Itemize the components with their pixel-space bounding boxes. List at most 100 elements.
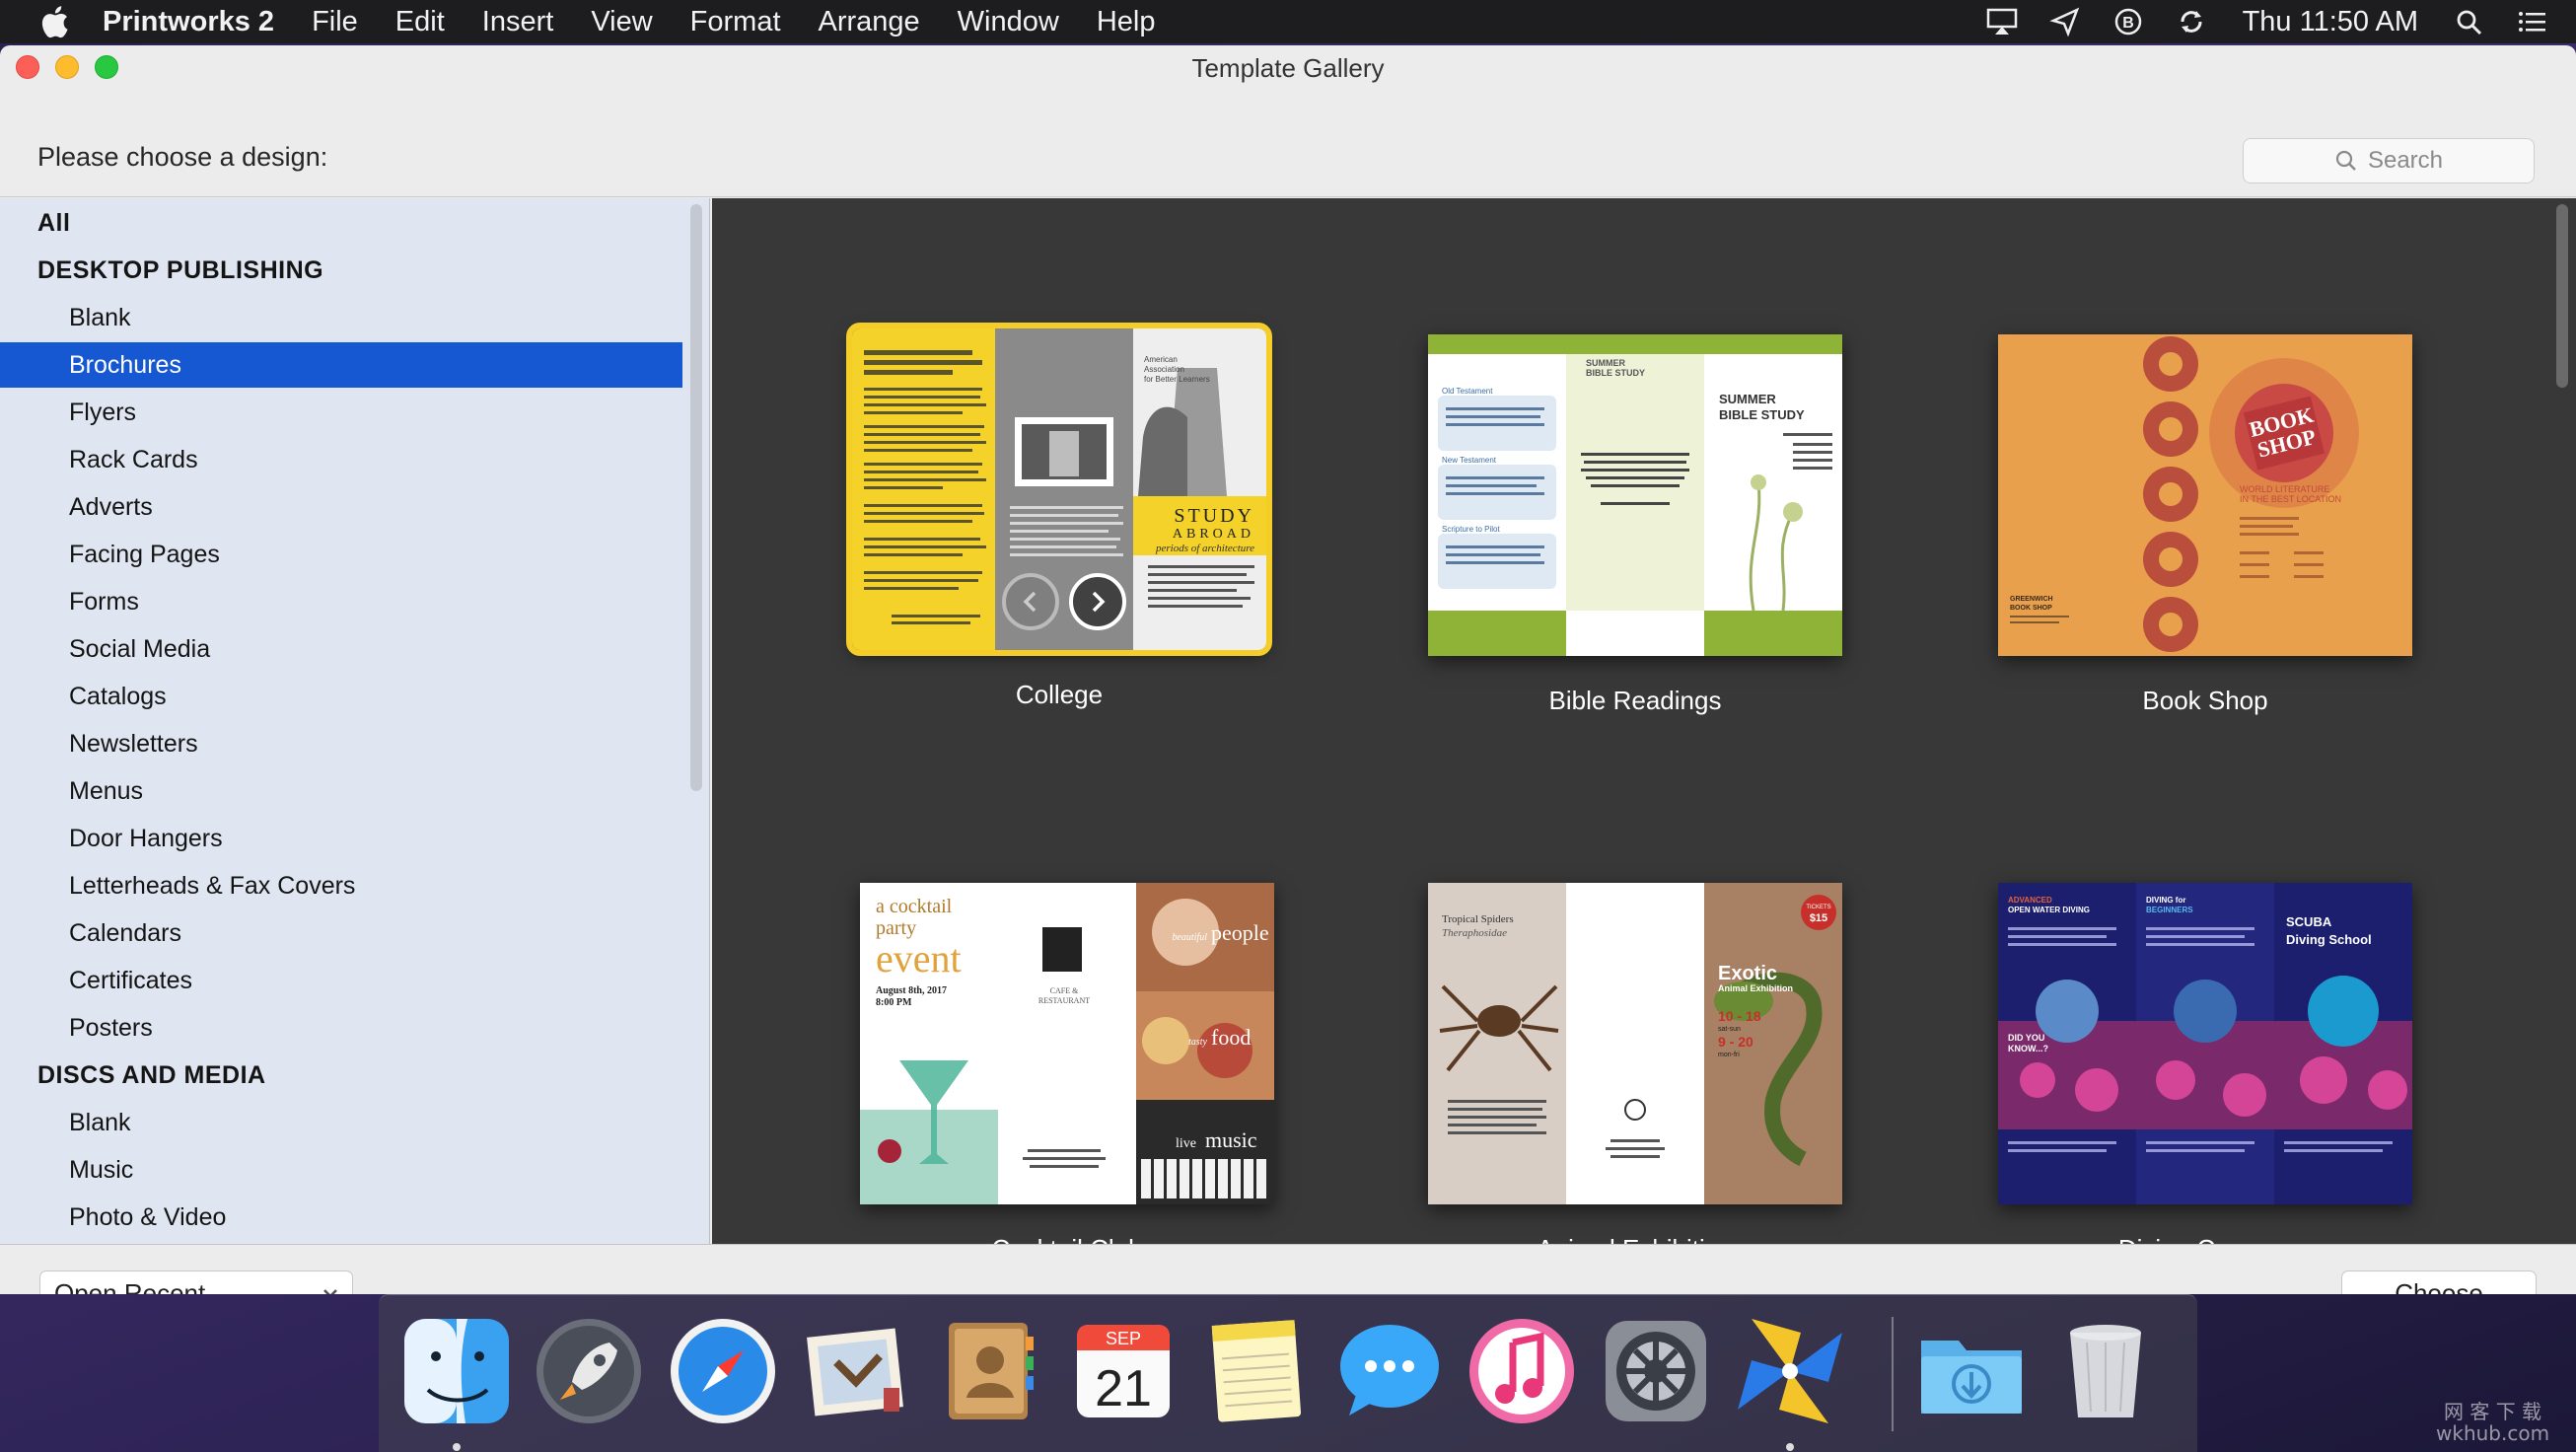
calendar-day: 21	[1095, 1360, 1152, 1417]
system-preferences-icon[interactable]	[1598, 1313, 1714, 1429]
menu-edit[interactable]: Edit	[395, 6, 445, 38]
template-thumbnail-diving-courses[interactable]: ADVANCED OPEN WATER DIVING DIVING for BE…	[1998, 883, 2412, 1204]
menu-bar: Printworks 2 File Edit Insert View Forma…	[0, 0, 2576, 43]
menu-arrange[interactable]: Arrange	[819, 6, 920, 38]
animal-exhibition-brochure-preview: Tropical Spiders Theraphosidae TICKETS $…	[1428, 883, 1842, 1204]
animal-dates-2-days: mon-fri	[1718, 1052, 1740, 1058]
zoom-window-button[interactable]	[95, 55, 118, 79]
mail-icon[interactable]	[797, 1313, 913, 1429]
watermark-line-1: 网 客 下 载	[2443, 1400, 2542, 1423]
cocktail-line1: a cocktail	[876, 896, 953, 917]
template-thumbnail-animal-exhibition[interactable]: Tropical Spiders Theraphosidae TICKETS $…	[1428, 883, 1842, 1204]
template-gallery-window: Template Gallery Please choose a design:…	[0, 45, 2576, 1294]
close-window-button[interactable]	[16, 55, 39, 79]
gallery-header: Please choose a design: Search	[0, 91, 2576, 197]
minimize-window-button[interactable]	[55, 55, 79, 79]
sidebar-item-rack-cards[interactable]: Rack Cards	[0, 437, 682, 482]
sidebar-item-newsletters[interactable]: Newsletters	[0, 721, 682, 766]
menubar-clock[interactable]: Thu 11:50 AM	[2243, 6, 2418, 38]
spotlight-icon[interactable]	[2452, 6, 2487, 37]
sidebar-item-menus[interactable]: Menus	[0, 768, 682, 814]
messages-icon[interactable]	[1331, 1313, 1448, 1429]
sidebar-item-photo-video[interactable]: Photo & Video	[0, 1195, 682, 1240]
choose-button[interactable]: Choose	[2341, 1270, 2537, 1294]
sidebar-item-social-media[interactable]: Social Media	[0, 626, 682, 672]
sidebar-item-brochures[interactable]: Brochures	[0, 342, 682, 388]
choose-design-prompt: Please choose a design:	[37, 142, 328, 172]
menu-insert[interactable]: Insert	[482, 6, 554, 38]
sidebar-item-music[interactable]: Music	[0, 1147, 682, 1193]
notes-icon[interactable]	[1197, 1313, 1314, 1429]
menu-help[interactable]: Help	[1097, 6, 1156, 38]
launchpad-icon[interactable]	[531, 1313, 647, 1429]
book-shop-brochure-preview: BOOK SHOP WORLD LITERATURE IN THE BEST L…	[1998, 334, 2412, 656]
menu-window[interactable]: Window	[958, 6, 1059, 38]
sidebar-item-calendars[interactable]: Calendars	[0, 910, 682, 956]
bible-section-3: Scripture to Pilot	[1442, 525, 1500, 534]
sidebar-item-door-hangers[interactable]: Door Hangers	[0, 816, 682, 861]
template-thumbnail-book-shop[interactable]: BOOK SHOP WORLD LITERATURE IN THE BEST L…	[1998, 334, 2412, 656]
sidebar-item-flyers[interactable]: Flyers	[0, 390, 682, 435]
menu-file[interactable]: File	[312, 6, 358, 38]
menu-view[interactable]: View	[591, 6, 652, 38]
sidebar-item-catalogs[interactable]: Catalogs	[0, 674, 682, 719]
template-grid: American Association for Better Learners…	[712, 198, 2576, 1244]
sidebar-item-posters[interactable]: Posters	[0, 1005, 682, 1051]
downloads-folder-icon[interactable]	[1913, 1313, 2030, 1429]
location-icon[interactable]	[2047, 6, 2083, 37]
diving-question-2: KNOW...?	[2008, 1044, 2048, 1053]
college-org-line2: Association	[1144, 365, 1184, 374]
animal-dates-1-days: sat-sun	[1718, 1026, 1741, 1033]
bartender-icon[interactable]: B	[2111, 6, 2146, 37]
previous-page-button[interactable]	[1002, 573, 1059, 630]
cocktail-p2: food	[1211, 1025, 1251, 1050]
contacts-icon[interactable]	[931, 1313, 1047, 1429]
open-recent-popup[interactable]: Open Recent	[39, 1270, 353, 1294]
cocktail-venue-1: CAFE &	[1050, 986, 1079, 995]
gallery-scrollbar[interactable]	[2556, 204, 2568, 388]
app-menu[interactable]: Printworks 2	[103, 6, 274, 38]
sidebar-item-discs-blank[interactable]: Blank	[0, 1100, 682, 1145]
animal-left-title: Tropical Spiders	[1442, 913, 1514, 925]
cocktail-line3: event	[876, 936, 962, 980]
watermark: 网 客 下 载 wkhub.com	[2436, 1401, 2549, 1444]
title-bar[interactable]: Template Gallery	[0, 45, 2576, 91]
template-thumbnail-cocktail-club[interactable]: a cocktail party event August 8th, 2017 …	[860, 883, 1274, 1204]
sidebar-item-facing-pages[interactable]: Facing Pages	[0, 532, 682, 577]
notification-center-icon[interactable]	[2515, 6, 2550, 37]
sidebar-item-forms[interactable]: Forms	[0, 579, 682, 624]
template-thumbnail-bible-readings[interactable]: SUMMER BIBLE STUDY SUMMER BIBLE STUDY Ol…	[1428, 334, 1842, 656]
menu-format[interactable]: Format	[690, 6, 781, 38]
diving-question-1: DID YOU	[2008, 1033, 2044, 1043]
itunes-icon[interactable]	[1464, 1313, 1580, 1429]
college-heading: STUDY	[1174, 505, 1254, 527]
next-page-button[interactable]	[1069, 573, 1126, 630]
trash-icon[interactable]	[2047, 1313, 2164, 1429]
airplay-icon[interactable]	[1984, 6, 2020, 37]
bible-readings-brochure-preview: SUMMER BIBLE STUDY SUMMER BIBLE STUDY Ol…	[1428, 334, 1842, 656]
cocktail-p3-prefix: live	[1176, 1136, 1196, 1151]
printworks-icon[interactable]	[1732, 1313, 1848, 1429]
sidebar-item-blank[interactable]: Blank	[0, 295, 682, 340]
apple-menu-icon[interactable]	[39, 5, 69, 38]
sidebar-item-all[interactable]: All	[0, 200, 682, 246]
sidebar-item-certificates[interactable]: Certificates	[0, 958, 682, 1003]
sidebar-item-letterheads-fax-covers[interactable]: Letterheads & Fax Covers	[0, 863, 682, 908]
college-tagline: periods of architecture	[1155, 543, 1254, 554]
template-thumbnail-college[interactable]: American Association for Better Learners…	[846, 323, 1272, 656]
calendar-icon[interactable]: SEP 21	[1065, 1313, 1181, 1429]
animal-subtitle: Animal Exhibition	[1718, 983, 1793, 993]
bible-section-1: Old Testament	[1442, 387, 1493, 396]
sidebar-scrollbar[interactable]	[690, 204, 702, 791]
sidebar-item-adverts[interactable]: Adverts	[0, 484, 682, 530]
finder-running-indicator	[453, 1443, 461, 1451]
diving-left-1: ADVANCED	[2008, 896, 2052, 905]
cocktail-club-brochure-preview: a cocktail party event August 8th, 2017 …	[860, 883, 1274, 1204]
bible-cover-title1: SUMMER	[1719, 392, 1776, 406]
search-field[interactable]: Search	[2243, 138, 2535, 183]
sync-icon[interactable]	[2174, 6, 2209, 37]
dock-separator	[1892, 1317, 1894, 1431]
safari-icon[interactable]	[665, 1313, 781, 1429]
book-shop-footer-2: BOOK SHOP	[2010, 605, 2052, 612]
finder-icon[interactable]	[398, 1313, 515, 1429]
